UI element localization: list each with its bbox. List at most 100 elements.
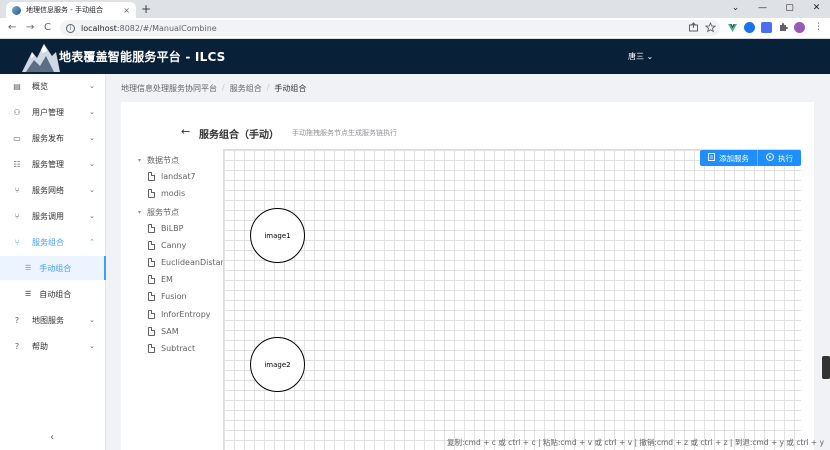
new-tab-button[interactable]: + — [141, 2, 151, 16]
tree-item-fusion[interactable]: Fusion — [148, 292, 187, 301]
tree-item-label: SAM — [161, 327, 179, 336]
tree-item-label: EM — [161, 275, 173, 284]
sidebar-item-overview[interactable]: ▤ 概览 ⌄ — [0, 74, 106, 98]
browser-menu-icon[interactable]: ⋮ — [814, 22, 825, 33]
sidebar-subitem-auto-combine[interactable]: ☰ 自动组合 — [0, 282, 106, 306]
side-scroll-handle[interactable] — [822, 356, 830, 379]
reload-button[interactable]: C — [44, 21, 51, 35]
chevron-up-icon: ⌃ — [89, 238, 95, 246]
question-icon: ? — [14, 315, 20, 325]
translate-extension-icon[interactable] — [744, 22, 755, 33]
url-text: localhost:8082/#/ManualCombine — [81, 23, 217, 33]
screen-capture-extension-icon[interactable] — [761, 22, 772, 33]
breadcrumb-item-current: 手动组合 — [274, 84, 307, 93]
chevron-down-icon: ⌄ — [89, 82, 95, 90]
favicon-icon — [12, 5, 21, 15]
breadcrumb: 地理信息处理服务协同平台 / 服务组合 / 手动组合 — [121, 83, 306, 94]
sidebar-item-help[interactable]: ? 帮助 ⌄ — [0, 334, 106, 358]
sidebar-item-service-combine[interactable]: ⑂ 服务组合 ⌃ — [0, 230, 106, 254]
caret-down-icon: ▾ — [138, 209, 142, 216]
tree-item-modis[interactable]: modis — [148, 189, 185, 198]
chevron-down-icon: ⌄ — [89, 212, 95, 220]
tree-item-label: InforEntropy — [161, 310, 211, 319]
chevron-down-icon: ⌄ — [89, 134, 95, 142]
tab-title: 地理信息服务 - 手动组合 — [26, 6, 103, 14]
monitor-icon: ▭ — [13, 133, 21, 143]
user-menu[interactable]: 唐三 ⌄ — [628, 51, 653, 62]
sidebar-item-label: 用户管理 — [32, 107, 64, 117]
tree-group-label: 服务节点 — [147, 208, 180, 217]
share-icon[interactable] — [688, 22, 699, 33]
app-title: 地表覆盖智能服务平台 - ILCS — [59, 50, 226, 64]
profile-avatar-icon[interactable] — [794, 22, 805, 33]
back-button[interactable]: ← — [8, 21, 16, 35]
execute-button[interactable]: 执行 — [757, 150, 801, 166]
graph-node-image2[interactable]: image2 — [250, 337, 305, 392]
sidebar-item-label: 地图服务 — [32, 315, 64, 325]
branch-icon: ⑂ — [14, 237, 20, 247]
sidebar-subitem-label: 手动组合 — [39, 263, 72, 273]
sidebar-item-service-network[interactable]: ⑂ 服务网络 ⌄ — [0, 178, 106, 202]
tree-item-label: Subtract — [161, 344, 196, 353]
tree-item-landsat7[interactable]: landsat7 — [148, 172, 196, 181]
browser-tab[interactable]: 地理信息服务 - 手动组合 × — [6, 2, 136, 18]
list-icon: ☰ — [25, 264, 32, 272]
maximize-button[interactable]: ▢ — [776, 0, 803, 18]
tree-group-data-nodes[interactable]: ▾ 数据节点 — [138, 155, 179, 166]
tree-item-label: EuclideanDistan — [161, 258, 226, 267]
add-service-button[interactable]: 添加服务 — [700, 150, 757, 166]
tree-item-subtract[interactable]: Subtract — [148, 344, 195, 353]
sidebar-subitem-manual-combine[interactable]: ☰ 手动组合 — [0, 256, 106, 280]
sidebar-item-user-management[interactable]: ⚇ 用户管理 ⌄ — [0, 100, 106, 124]
canvas-toolbar: 添加服务 执行 — [700, 150, 801, 166]
file-icon — [148, 327, 155, 336]
tree-item-label: Canny — [161, 241, 187, 250]
tree-item-bilbp[interactable]: BiLBP — [148, 224, 183, 233]
chevron-down-icon: ⌄ — [89, 316, 95, 324]
tree-item-infor-entropy[interactable]: InforEntropy — [148, 310, 211, 319]
tree-item-sam[interactable]: SAM — [148, 327, 179, 336]
file-icon — [148, 275, 155, 284]
sidebar-item-service-management[interactable]: ☷ 服务管理 ⌄ — [0, 152, 106, 176]
sidebar-item-label: 服务管理 — [32, 159, 64, 169]
breadcrumb-item-platform[interactable]: 地理信息处理服务协同平台 — [121, 83, 217, 94]
tab-close-icon[interactable]: × — [123, 6, 130, 15]
bookmark-star-icon[interactable] — [704, 21, 717, 33]
url-input[interactable]: i localhost:8082/#/ManualCombine — [60, 20, 720, 36]
extensions-puzzle-icon[interactable] — [778, 22, 789, 33]
address-bar: ← → C i localhost:8082/#/ManualCombine ⋮ — [0, 18, 830, 39]
sidebar-item-label: 服务调用 — [32, 211, 64, 221]
chevron-down-icon: ⌄ — [89, 108, 95, 116]
breadcrumb-item-service-combine[interactable]: 服务组合 — [230, 83, 262, 94]
chevron-down-icon: ⌄ — [89, 186, 95, 194]
graph-canvas[interactable] — [223, 149, 801, 450]
tree-item-euclidean-distance[interactable]: EuclideanDistan — [148, 258, 226, 267]
sidebar-item-service-invoke[interactable]: ⑂ 服务调用 ⌄ — [0, 204, 106, 228]
file-icon — [148, 224, 155, 233]
list-icon: ☰ — [25, 290, 32, 298]
site-info-icon[interactable]: i — [66, 23, 75, 33]
chevron-down-icon: ⌄ — [89, 342, 95, 350]
chevron-down-icon: ⌄ — [89, 160, 95, 168]
caret-down-icon: ▾ — [138, 157, 142, 164]
sidebar-item-label: 服务发布 — [32, 133, 64, 143]
graph-node-image1[interactable]: image1 — [250, 208, 305, 263]
close-window-button[interactable]: ✕ — [803, 0, 830, 18]
document-add-icon — [708, 153, 715, 163]
tree-group-service-nodes[interactable]: ▾ 服务节点 — [138, 207, 179, 218]
tab-search-chevron-icon[interactable]: ⌄ — [722, 0, 749, 18]
tree-group-label: 数据节点 — [147, 156, 180, 165]
sidebar-item-map-service[interactable]: ? 地图服务 ⌄ — [0, 308, 106, 332]
sidebar-collapse-button[interactable]: ‹ — [50, 432, 54, 443]
browser-tabbar: 地理信息服务 - 手动组合 × + ⌄ — ▢ ✕ — [0, 0, 830, 18]
minimize-button[interactable]: — — [749, 0, 776, 18]
tree-item-label: BiLBP — [161, 224, 184, 233]
back-arrow-icon[interactable]: ← — [181, 125, 190, 138]
vue-devtools-icon[interactable] — [727, 22, 738, 33]
sidebar-item-service-publish[interactable]: ▭ 服务发布 ⌄ — [0, 126, 106, 150]
keyboard-shortcuts-hint: 复制:cmd + c 或 ctrl + c | 粘贴:cmd + v 或 ctr… — [447, 438, 825, 447]
sidebar-item-label: 概览 — [32, 81, 48, 91]
tree-item-em[interactable]: EM — [148, 275, 173, 284]
tree-item-canny[interactable]: Canny — [148, 241, 186, 250]
forward-button[interactable]: → — [26, 21, 34, 35]
